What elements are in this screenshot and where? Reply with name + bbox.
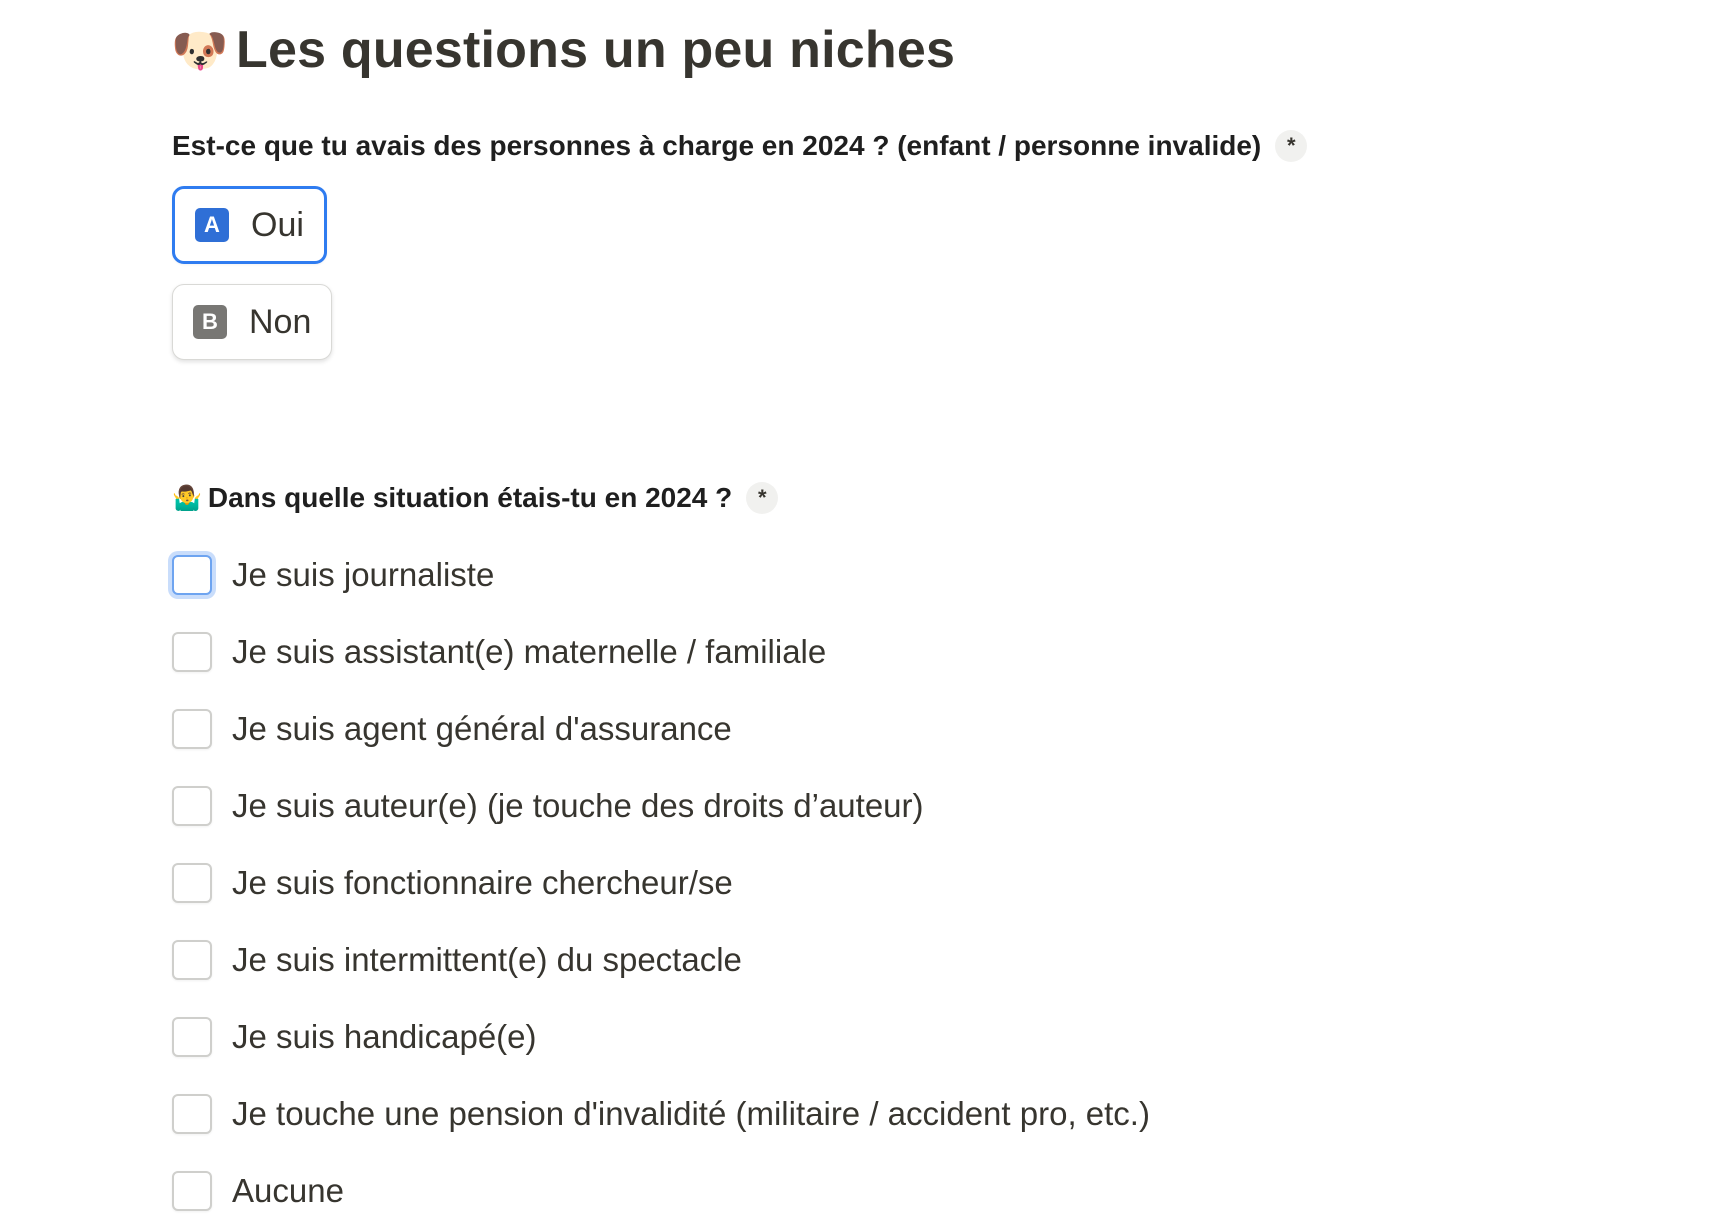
checkbox-label: Je touche une pension d'invalidité (mili… (232, 1095, 1150, 1132)
checkbox-label: Je suis agent général d'assurance (232, 710, 732, 747)
checkbox[interactable] (172, 940, 212, 980)
checkbox[interactable] (172, 1171, 212, 1211)
checkbox-option-chercheur[interactable]: Je suis fonctionnaire chercheur/se (172, 858, 733, 908)
checkbox[interactable] (172, 786, 212, 826)
key-badge-a: A (195, 208, 229, 242)
choice-label: Non (249, 302, 312, 341)
checkbox-label: Je suis fonctionnaire chercheur/se (232, 864, 733, 901)
checkbox[interactable] (172, 632, 212, 672)
checkbox-option-intermittent[interactable]: Je suis intermittent(e) du spectacle (172, 935, 742, 985)
question-situation-label: 🤷‍♂️ Dans quelle situation étais-tu en 2… (172, 476, 779, 520)
shrug-icon: 🤷‍♂️ (172, 484, 202, 512)
checkbox-option-assistant-maternelle[interactable]: Je suis assistant(e) maternelle / famili… (172, 627, 826, 677)
question-dependents-label: Est-ce que tu avais des personnes à char… (172, 124, 1308, 168)
checkbox[interactable] (172, 555, 212, 595)
dog-icon: 🐶 (171, 23, 229, 76)
checkbox-label: Je suis journaliste (232, 556, 495, 593)
choice-label: Oui (251, 205, 304, 244)
page-title: Les questions un peu niches (236, 21, 956, 79)
question-text: Est-ce que tu avais des personnes à char… (172, 130, 1262, 161)
required-badge: * (746, 482, 779, 514)
checkbox[interactable] (172, 1017, 212, 1057)
checkbox[interactable] (172, 1094, 212, 1134)
checkbox-option-auteur[interactable]: Je suis auteur(e) (je touche des droits … (172, 781, 924, 831)
checkbox[interactable] (172, 709, 212, 749)
choice-oui[interactable]: A Oui (172, 186, 327, 264)
page-header: 🐶 Les questions un peu niches (171, 14, 956, 86)
checkbox-option-pension-invalidite[interactable]: Je touche une pension d'invalidité (mili… (172, 1089, 1150, 1139)
checkbox-label: Je suis intermittent(e) du spectacle (232, 941, 742, 978)
choice-non[interactable]: B Non (172, 284, 333, 360)
checkbox-option-journaliste[interactable]: Je suis journaliste (172, 550, 494, 600)
checkbox-label: Je suis auteur(e) (je touche des droits … (232, 787, 924, 824)
checkbox-label: Je suis assistant(e) maternelle / famili… (232, 633, 827, 670)
checkbox-option-agent-assurance[interactable]: Je suis agent général d'assurance (172, 704, 732, 754)
checkbox-option-aucune[interactable]: Aucune (172, 1166, 344, 1216)
checkbox[interactable] (172, 863, 212, 903)
question-text: Dans quelle situation étais-tu en 2024 ? (207, 482, 733, 513)
required-badge: * (1275, 130, 1308, 162)
checkbox-option-handicape[interactable]: Je suis handicapé(e) (172, 1012, 537, 1062)
checkbox-label: Je suis handicapé(e) (232, 1018, 537, 1055)
checkbox-label: Aucune (232, 1172, 344, 1209)
key-badge-b: B (193, 305, 227, 339)
